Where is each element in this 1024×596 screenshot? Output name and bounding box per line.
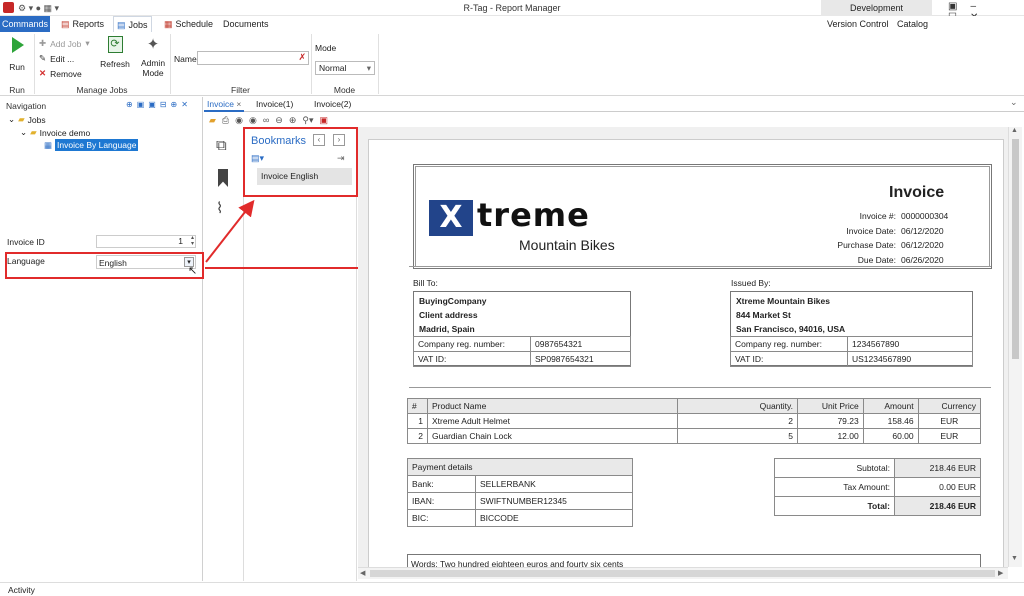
field-value: 0000000304: [901, 211, 949, 221]
status-bar: Activity: [0, 582, 1024, 596]
tax-label: Tax Amount:: [774, 477, 895, 497]
items-table: # Product Name Quantity. Unit Price Amou…: [407, 398, 982, 444]
issued-by-ids: Company reg. number: 1234567890 VAT ID: US…: [730, 336, 973, 367]
bank-label: Bank:: [407, 475, 476, 493]
scroll-right-icon[interactable]: ▶: [998, 569, 1003, 577]
field-label: Invoice Date:: [846, 225, 896, 236]
cell: 1: [407, 413, 428, 429]
cell: 158.46: [862, 413, 919, 429]
reg-value: 1234567890: [847, 336, 973, 352]
reg-value: 0987654321: [530, 336, 631, 352]
bill-to-address: Client address: [419, 310, 478, 320]
reg-label: Company reg. number:: [730, 336, 848, 352]
bic-value: BICCODE: [475, 509, 633, 527]
payment-table: Payment details Bank: SELLERBANK IBAN: SWI…: [407, 458, 633, 527]
subtotal-value: 218.46: [929, 463, 956, 473]
subtotal-label: Subtotal:: [774, 458, 895, 478]
payment-heading: Payment details: [407, 458, 633, 476]
field-label: Invoice #:: [859, 211, 896, 221]
scroll-down-icon[interactable]: ▼: [1011, 555, 1018, 562]
col-header: Quantity.: [677, 398, 798, 414]
cell: 2: [407, 428, 428, 444]
cell: Guardian Chain Lock: [427, 428, 678, 444]
logo-word: treme: [477, 196, 590, 234]
bill-to-name: BuyingCompany: [419, 296, 487, 306]
h-scroll-thumb[interactable]: [370, 570, 995, 577]
field-invoice-number: Invoice #: 0000000304: [809, 209, 989, 224]
totals-table: Subtotal: 218.46 EUR Tax Amount: 0.00 EUR …: [774, 458, 981, 516]
field-value: 06/12/2020: [901, 225, 944, 236]
vat-value: US1234567890: [847, 351, 973, 367]
logo-x-icon: X: [429, 200, 473, 236]
iban-label: IBAN:: [407, 492, 476, 510]
table-row: 1 Xtreme Adult Helmet 2 79.23 158.46 EUR: [407, 413, 982, 429]
horizontal-scrollbar[interactable]: ◀ ▶: [358, 567, 1008, 579]
iban-value: SWIFTNUMBER12345: [475, 492, 633, 510]
col-header: Amount: [862, 398, 919, 414]
table-row: 2 Guardian Chain Lock 5 12.00 60.00 EUR: [407, 428, 982, 444]
col-header: Unit Price: [797, 398, 864, 414]
currency: EUR: [958, 482, 976, 492]
cell: 5: [677, 428, 798, 444]
field-value: 06/26/2020: [901, 254, 944, 265]
scroll-left-icon[interactable]: ◀: [360, 569, 365, 577]
bic-label: BIC:: [407, 509, 476, 527]
document-viewer: X treme Mountain Bikes Invoice Invoice #…: [358, 127, 1008, 567]
words-text: Words: Two hundred eighteen euros and fo…: [411, 559, 624, 567]
activity-label[interactable]: Activity: [8, 585, 35, 595]
invoice-title: Invoice: [889, 184, 945, 201]
vat-label: VAT ID:: [730, 351, 848, 367]
total-value: 218.46: [929, 501, 956, 511]
field-purchase-date: Purchase Date: 06/12/2020: [809, 238, 989, 253]
tax-value: 0.00: [939, 482, 956, 492]
col-header: Product Name: [427, 398, 678, 414]
field-invoice-date: Invoice Date: 06/12/2020: [809, 224, 989, 239]
amount-in-words: Words: Two hundred eighteen euros and fo…: [407, 554, 981, 567]
field-value: 06/12/2020: [901, 240, 944, 250]
total-label: Total:: [774, 496, 895, 516]
cell: 60.00: [862, 428, 919, 444]
cell: 79.23: [797, 413, 864, 429]
reg-label: Company reg. number:: [413, 336, 531, 352]
vat-value: SP0987654321: [530, 351, 631, 367]
issued-by-address: 844 Market St: [736, 310, 791, 320]
cell: EUR: [917, 428, 982, 444]
bill-to-city: Madrid, Spain: [419, 324, 475, 334]
currency: EUR: [958, 501, 976, 511]
cell: 2: [677, 413, 798, 429]
bank-value: SELLERBANK: [475, 475, 633, 493]
issued-by-name: Xtreme Mountain Bikes: [736, 296, 830, 306]
col-header: Currency: [917, 398, 982, 414]
scroll-thumb[interactable]: [1012, 139, 1019, 359]
col-header: #: [407, 398, 428, 414]
cell: EUR: [917, 413, 982, 429]
field-due-date: Due Date: 06/26/2020: [809, 253, 989, 268]
currency: EUR: [958, 463, 976, 473]
vat-label: VAT ID:: [413, 351, 531, 367]
vertical-scrollbar[interactable]: ▲ ▼: [1008, 127, 1022, 567]
items-header-row: # Product Name Quantity. Unit Price Amou…: [407, 398, 982, 414]
scroll-up-icon[interactable]: ▲: [1011, 127, 1018, 134]
invoice-fields: Invoice #: 0000000304 Invoice Date: 06/12/…: [809, 209, 989, 267]
logo-subtitle: Mountain Bikes: [519, 237, 615, 253]
cell: Xtreme Adult Helmet: [427, 413, 678, 429]
invoice-page: X treme Mountain Bikes Invoice Invoice #…: [368, 139, 1004, 567]
bill-to-ids: Company reg. number: 0987654321 VAT ID: SP…: [413, 336, 631, 367]
issued-by-city: San Francisco, 94016, USA: [736, 324, 846, 334]
field-label: Purchase Date:: [837, 240, 896, 250]
cell: 12.00: [797, 428, 864, 444]
field-label: Due Date:: [857, 254, 896, 265]
